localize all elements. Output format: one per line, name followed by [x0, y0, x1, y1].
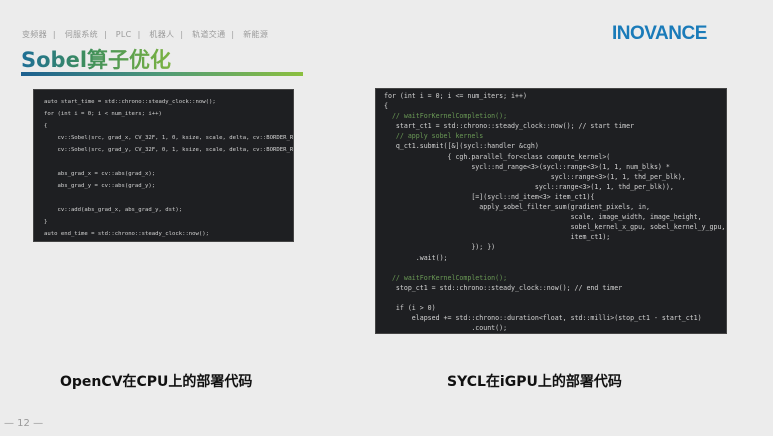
- nav-item: 伺服系统: [64, 30, 98, 39]
- code-line: // waitForKernelCompletion();: [384, 273, 508, 282]
- nav-item: PLC: [115, 30, 132, 39]
- cpu-code-block: auto start_time = std::chrono::steady_cl…: [33, 89, 294, 242]
- code-line: q_ct1.submit([&](sycl::handler &cgh): [384, 142, 539, 151]
- code-line: sobel_kernel_x_gpu, sobel_kernel_y_gpu,: [384, 223, 726, 232]
- company-logo: INOVANCE: [612, 23, 707, 44]
- code-line: abs_grad_y = cv::abs(grad_y);: [44, 183, 156, 189]
- nav-item: 新能源: [243, 30, 269, 39]
- cpu-caption: OpenCV在CPU上的部署代码: [60, 374, 253, 390]
- nav-item: 轨道交通: [192, 30, 226, 39]
- code-line: start_ct1 = std::chrono::steady_clock::n…: [384, 122, 635, 131]
- code-line: .wait();: [384, 253, 448, 262]
- code-line: cv::add(abs_grad_x, abs_grad_y, dst);: [44, 207, 183, 213]
- code-line: }: [44, 219, 48, 225]
- code-line: scale, image_width, image_height,: [384, 213, 702, 222]
- code-line: sycl::range<3>(1, 1, thd_per_blk),: [384, 172, 686, 181]
- code-line: auto end_time = std::chrono::steady_cloc…: [44, 231, 210, 237]
- code-line: cv::Sobel(src, grad_y, CV_32F, 0, 1, ksi…: [57, 147, 294, 153]
- code-line: for (int i = 0; i < num_iters; i++): [44, 111, 162, 117]
- code-line: sycl::nd_range<3>(sycl::range<3>(1, 1, n…: [384, 162, 670, 171]
- code-line: }: [384, 333, 726, 334]
- code-line: apply_sobel_filter_sum(gradient_pixels, …: [384, 203, 650, 212]
- breadcrumb-nav: 变频器 | 伺服系统 | PLC | 机器人 | 轨道交通 | 新能源: [22, 30, 269, 39]
- code-line: elapsed += std::chrono::duration<float, …: [384, 314, 702, 323]
- page-number: — 12 —: [4, 418, 44, 429]
- code-line: auto start_time = std::chrono::steady_cl…: [44, 99, 216, 105]
- code-line: stop_ct1 = std::chrono::steady_clock::no…: [384, 283, 623, 292]
- slide-title: Sobel算子优化: [21, 44, 171, 74]
- code-line: if (i > 0): [384, 303, 436, 312]
- title-underline: [21, 72, 303, 76]
- code-line: { cgh.parallel_for<class compute_kernel>…: [384, 152, 611, 161]
- gpu-caption: SYCL在iGPU上的部署代码: [447, 374, 622, 390]
- code-line: }); }): [384, 243, 496, 252]
- code-line: {: [44, 123, 48, 129]
- code-line: [=](sycl::nd_item<3> item_ct1){: [384, 192, 595, 201]
- nav-item: 机器人: [149, 30, 175, 39]
- code-line: {: [384, 102, 388, 111]
- code-line: // waitForKernelCompletion();: [384, 112, 508, 121]
- code-line: cv::Sobel(src, grad_x, CV_32F, 1, 0, ksi…: [57, 135, 294, 141]
- gpu-code-block: for (int i = 0; i <= num_iters; i++) { //…: [375, 88, 727, 334]
- code-line: sycl::range<3>(1, 1, thd_per_blk)),: [384, 182, 674, 191]
- code-line: .count();: [384, 324, 508, 333]
- nav-item: 变频器: [22, 30, 47, 39]
- code-line: abs_grad_x = cv::abs(grad_x);: [44, 171, 156, 177]
- code-line: // apply sobel kernels: [384, 132, 484, 141]
- code-line: for (int i = 0; i <= num_iters; i++): [384, 92, 527, 100]
- code-line: item_ct1);: [384, 233, 611, 242]
